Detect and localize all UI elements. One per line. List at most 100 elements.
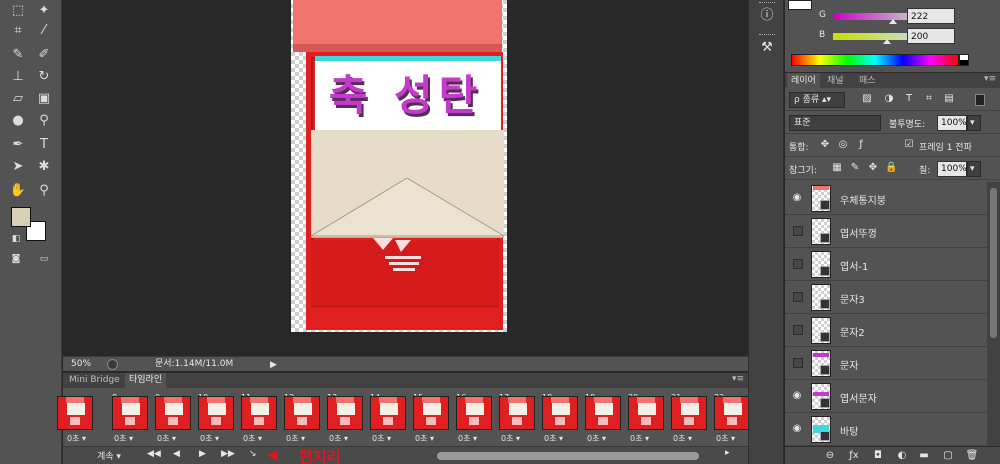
frame-thumbnail[interactable] — [456, 396, 492, 430]
visibility-eye-icon[interactable]: ◉ — [790, 192, 804, 204]
frame-thumbnail[interactable] — [198, 396, 234, 430]
layer-list-scrollbar[interactable] — [987, 182, 1000, 446]
eraser-icon[interactable]: ▱ — [8, 90, 28, 108]
frame-delay[interactable]: 0초 ▾ — [243, 433, 262, 444]
layer-row[interactable]: 엽서뚜껑 — [785, 215, 987, 248]
filter-kind-dropdown[interactable]: ρ 종류 ▴▾ — [789, 92, 845, 108]
frame-delay[interactable]: 0초 ▾ — [587, 433, 606, 444]
frame-delay[interactable]: 0초 ▾ — [67, 433, 86, 444]
layer-thumbnail[interactable] — [811, 284, 831, 311]
layer-name[interactable]: 엽서문자 — [840, 390, 877, 405]
scroll-right-arrow-icon[interactable]: ▸ — [725, 448, 730, 458]
status-menu-arrow-icon[interactable]: ▶ — [270, 358, 277, 372]
frame-delay[interactable]: 0초 ▾ — [286, 433, 305, 444]
tab-channels[interactable]: 채널 — [823, 73, 848, 89]
frame-delay[interactable]: 0초 ▾ — [157, 433, 176, 444]
filter-toggle[interactable] — [975, 94, 985, 106]
slider-knob[interactable] — [883, 39, 891, 44]
type-filter-icon[interactable]: T — [903, 93, 915, 105]
new-group-icon[interactable]: ▬ — [917, 449, 931, 463]
foreground-color-swatch[interactable] — [11, 207, 31, 227]
frame-thumbnail[interactable] — [112, 396, 148, 430]
frame-delay[interactable]: 0초 ▾ — [372, 433, 391, 444]
frame-delay[interactable]: 0초 ▾ — [329, 433, 348, 444]
visibility-toggle[interactable] — [793, 226, 803, 236]
frame-thumbnail[interactable] — [628, 396, 664, 430]
tab-timeline[interactable]: 타임라인 — [125, 373, 167, 388]
frame-thumbnail[interactable] — [542, 396, 578, 430]
lock-transparent-icon[interactable]: ▦ — [831, 162, 843, 174]
timeline-frame[interactable]: 130초 ▾ — [325, 391, 365, 445]
layer-name[interactable]: 바탕 — [840, 423, 858, 438]
layer-row[interactable]: 문자2 — [785, 314, 987, 347]
layer-row[interactable]: ◉ 우체통지붕 — [785, 182, 987, 215]
timeline-frame[interactable]: 190초 ▾ — [583, 391, 623, 445]
first-frame-button[interactable]: ◀◀ — [147, 449, 161, 459]
previous-frame-button[interactable]: ◀ — [173, 449, 180, 459]
dock-grip[interactable] — [759, 34, 775, 37]
eyedropper-icon[interactable]: ⁄ — [34, 22, 54, 40]
layer-thumbnail[interactable] — [811, 416, 831, 443]
timeline-frame[interactable]: 140초 ▾ — [368, 391, 408, 445]
link-layers-icon[interactable]: ⊖ — [823, 449, 837, 463]
propagate-checkbox[interactable]: ☑ — [903, 139, 915, 151]
default-colors-icon[interactable]: ◧ — [6, 230, 26, 248]
tween-icon[interactable]: ↘ — [249, 449, 257, 459]
timeline-frame[interactable]: 180초 ▾ — [540, 391, 580, 445]
visibility-toggle[interactable] — [793, 259, 803, 269]
frame-thumbnail[interactable] — [585, 396, 621, 430]
frame-delay[interactable]: 0초 ▾ — [501, 433, 520, 444]
unify-position-icon[interactable]: ✥ — [819, 139, 831, 151]
status-info-icon[interactable] — [107, 359, 118, 370]
clone-stamp-icon[interactable]: ⊥ — [8, 68, 28, 86]
tab-mini-bridge[interactable]: Mini Bridge — [65, 373, 124, 388]
quick-mask-icon[interactable]: ◙ — [6, 250, 26, 268]
opacity-dropdown[interactable]: ▾ — [967, 115, 981, 131]
zoom-level[interactable]: 50% — [71, 357, 91, 371]
frame-delay[interactable]: 0초 ▾ — [458, 433, 477, 444]
frame-thumbnail[interactable] — [284, 396, 320, 430]
layer-name[interactable]: 문자3 — [840, 291, 865, 306]
layer-name[interactable]: 엽서-1 — [840, 258, 868, 273]
timeline-frame[interactable]: 200초 ▾ — [626, 391, 666, 445]
pixel-filter-icon[interactable]: ▨ — [861, 93, 873, 105]
tab-layers[interactable]: 레이어 — [787, 73, 820, 89]
visibility-toggle[interactable] — [793, 325, 803, 335]
type-icon[interactable]: T — [34, 136, 54, 154]
lock-all-icon[interactable]: 🔒 — [885, 162, 897, 174]
screen-mode-icon[interactable]: ▭ — [34, 250, 54, 268]
adjustment-layer-icon[interactable]: ◐ — [895, 449, 909, 463]
frame-delay[interactable]: 0초 ▾ — [200, 433, 219, 444]
tab-paths[interactable]: 패스 — [855, 73, 880, 89]
hand-icon[interactable]: ✋ — [8, 182, 28, 200]
unify-style-icon[interactable]: ƒ — [855, 139, 867, 151]
lock-pixels-icon[interactable]: ✎ — [849, 162, 861, 174]
adjustment-filter-icon[interactable]: ◑ — [883, 93, 895, 105]
timeline-frame[interactable]: 120초 ▾ — [282, 391, 322, 445]
visibility-toggle[interactable] — [793, 358, 803, 368]
layer-thumbnail[interactable] — [811, 218, 831, 245]
history-brush-icon[interactable]: ↻ — [34, 68, 54, 86]
visibility-eye-icon[interactable]: ◉ — [790, 390, 804, 402]
next-frame-button[interactable]: ▶▶ — [221, 449, 235, 459]
panel-menu-icon[interactable]: ▾≡ — [984, 74, 996, 84]
zoom-icon[interactable]: ⚲ — [34, 182, 54, 200]
layer-thumbnail[interactable] — [811, 251, 831, 278]
layer-name[interactable]: 문자 — [840, 357, 858, 372]
frame-delay[interactable]: 0초 ▾ — [716, 433, 735, 444]
channel-value[interactable]: 222 — [907, 8, 955, 24]
shape-icon[interactable]: ✱ — [34, 158, 54, 176]
frame-thumbnail[interactable] — [241, 396, 277, 430]
timeline-frame[interactable]: 80초 ▾ — [110, 391, 150, 445]
frame-thumbnail[interactable] — [370, 396, 406, 430]
layer-name[interactable]: 엽서뚜껑 — [840, 225, 877, 240]
timeline-frame[interactable]: 100초 ▾ — [196, 391, 236, 445]
shape-filter-icon[interactable]: ⌗ — [923, 93, 935, 105]
pen-icon[interactable]: ✒ — [8, 136, 28, 154]
layer-row[interactable]: 문자 — [785, 347, 987, 380]
frame-thumbnail[interactable] — [413, 396, 449, 430]
timeline-frame[interactable]: 160초 ▾ — [454, 391, 494, 445]
frame-delay[interactable]: 0초 ▾ — [544, 433, 563, 444]
layer-row[interactable]: 엽서-1 — [785, 248, 987, 281]
dodge-icon[interactable]: ⚲ — [34, 112, 54, 130]
